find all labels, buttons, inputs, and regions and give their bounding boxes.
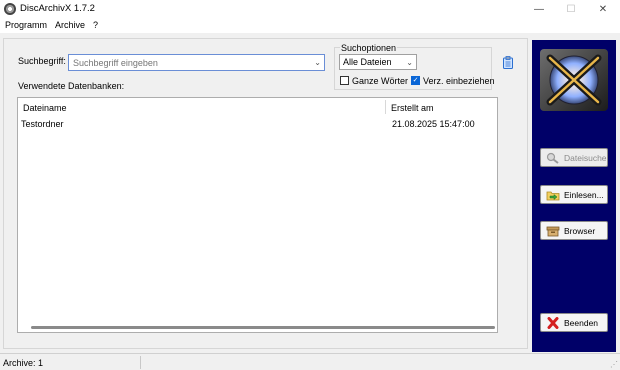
file-search-label: Dateisuche xyxy=(564,152,607,163)
status-bar: Archive: 1 ⋰ xyxy=(0,353,620,370)
clipboard-icon[interactable] xyxy=(502,56,514,69)
chevron-down-icon: ⌄ xyxy=(406,58,413,67)
magnifier-icon xyxy=(546,152,559,164)
file-type-select[interactable]: Alle Dateien ⌄ xyxy=(339,54,417,70)
minimize-button[interactable]: — xyxy=(523,0,555,18)
folder-import-icon xyxy=(546,191,560,200)
search-input[interactable] xyxy=(69,55,304,70)
archive-count: Archive: 1 xyxy=(3,358,44,368)
whole-words-label[interactable]: Ganze Wörter xyxy=(352,76,408,86)
file-type-value: Alle Dateien xyxy=(343,57,392,67)
import-button[interactable]: Einlesen... xyxy=(540,185,608,204)
menu-help[interactable]: ? xyxy=(93,20,98,30)
cell-created: 21.08.2025 15:47:00 xyxy=(392,119,475,129)
chevron-down-icon[interactable]: ⌄ xyxy=(314,58,321,67)
include-dirs-checkbox[interactable]: ✓ xyxy=(411,76,420,85)
database-list[interactable]: Dateiname Erstellt am Testordner 21.08.2… xyxy=(17,97,498,333)
include-dirs-label[interactable]: Verz. einbeziehen xyxy=(423,76,495,86)
file-search-button[interactable]: Dateisuche xyxy=(540,148,608,167)
red-x-icon xyxy=(547,316,559,329)
window-title: DiscArchivX 1.7.2 xyxy=(20,3,95,14)
column-header-filename[interactable]: Dateiname xyxy=(23,103,67,113)
horizontal-scrollbar[interactable] xyxy=(31,326,495,329)
column-divider[interactable] xyxy=(385,100,386,114)
disc-logo xyxy=(540,49,608,111)
search-label: Suchbegriff: xyxy=(18,56,66,66)
browser-label: Browser xyxy=(564,225,596,236)
import-label: Einlesen... xyxy=(564,189,604,200)
search-combobox[interactable]: ⌄ xyxy=(68,54,325,71)
browser-button[interactable]: Browser xyxy=(540,221,608,240)
maximize-button[interactable]: ☐ xyxy=(555,0,587,18)
status-divider xyxy=(140,356,141,369)
table-row[interactable]: Testordner 21.08.2025 15:47:00 xyxy=(18,117,497,131)
resize-grip-icon[interactable]: ⋰ xyxy=(610,360,618,369)
app-disc-icon xyxy=(4,3,16,15)
title-bar: DiscArchivX 1.7.2 — ☐ ✕ xyxy=(0,0,620,18)
menu-archive[interactable]: Archive xyxy=(55,20,85,30)
whole-words-checkbox[interactable] xyxy=(340,76,349,85)
search-options-title: Suchoptionen xyxy=(340,43,398,53)
menu-bar: Programm Archive ? xyxy=(0,18,620,33)
archive-box-icon xyxy=(546,226,560,236)
close-button[interactable]: ✕ xyxy=(587,0,619,18)
quit-label: Beenden xyxy=(564,317,599,328)
menu-programm[interactable]: Programm xyxy=(5,20,47,30)
column-header-created[interactable]: Erstellt am xyxy=(391,103,434,113)
databases-label: Verwendete Datenbanken: xyxy=(18,81,125,91)
cell-filename: Testordner xyxy=(21,119,64,129)
quit-button[interactable]: Beenden xyxy=(540,313,608,332)
